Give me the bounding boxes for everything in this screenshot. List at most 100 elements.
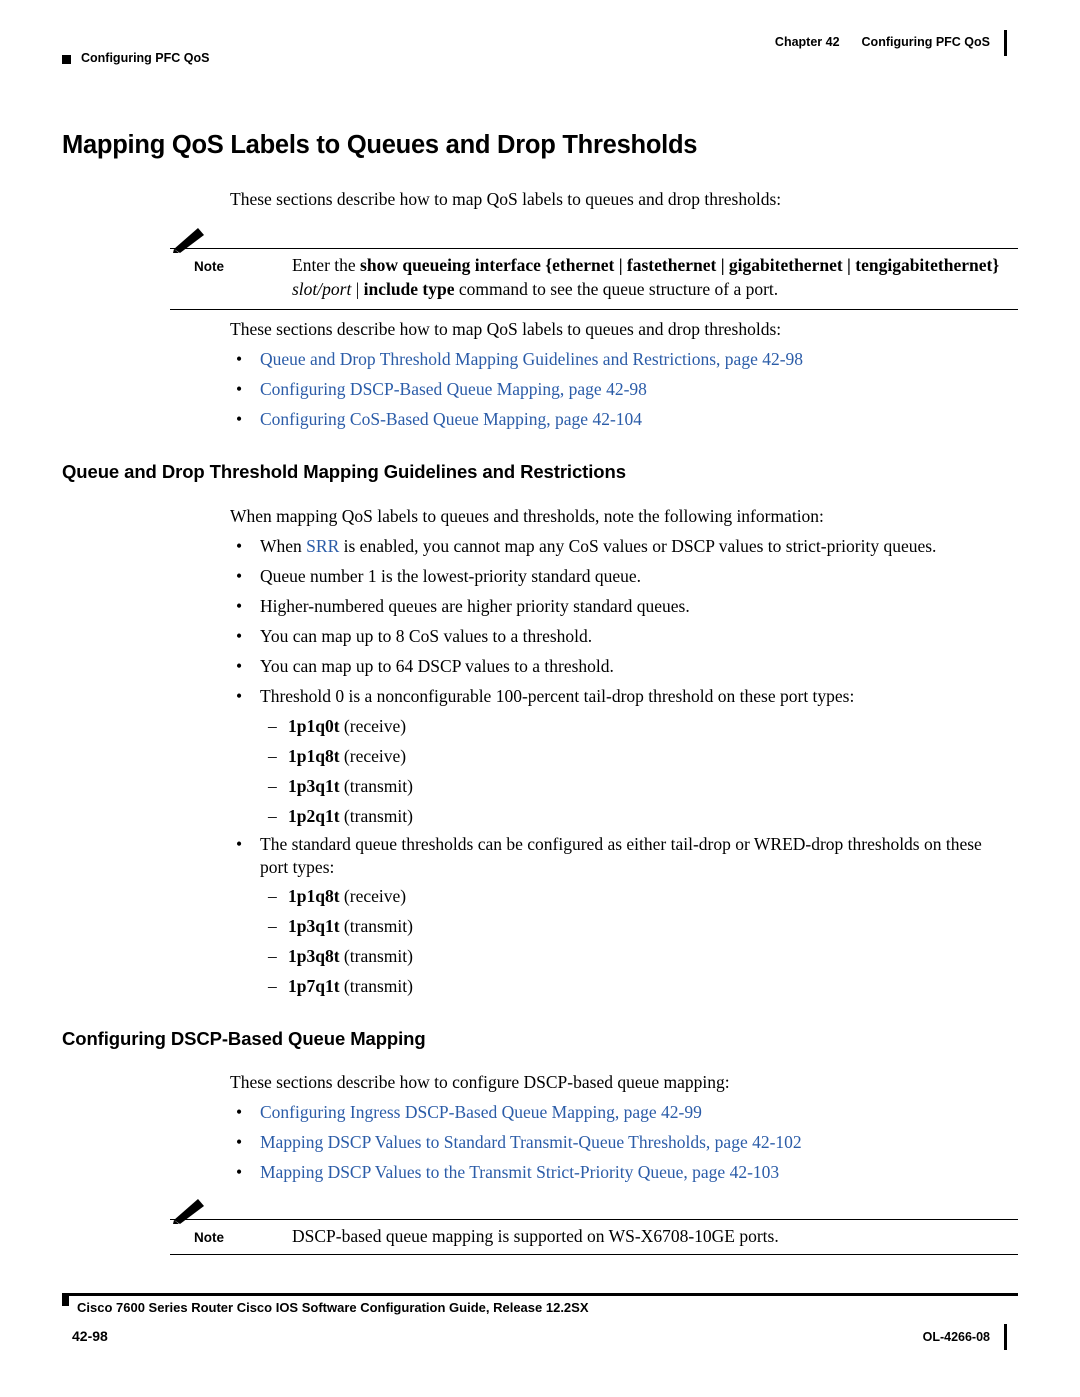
footer-title: Cisco 7600 Series Router Cisco IOS Softw…: [77, 1300, 589, 1315]
note1-line2-italic: slot/port: [292, 278, 352, 299]
port-type-7-name: 1p3q8t: [288, 946, 340, 966]
toc-link-4[interactable]: Configuring Ingress DSCP-Based Queue Map…: [260, 1101, 702, 1124]
guideline-bullet-6: • Threshold 0 is a nonconfigurable 100-p…: [236, 685, 854, 708]
dash-marker: –: [268, 916, 277, 936]
note-label-2: Note: [194, 1230, 224, 1245]
port-type-item-1: – 1p1q0t (receive): [268, 715, 406, 738]
dash-marker: –: [268, 886, 277, 906]
dash-marker: –: [268, 976, 277, 996]
section2-intro: These sections describe how to configure…: [230, 1072, 730, 1092]
port-type-1-name: 1p1q0t: [288, 716, 340, 736]
srr-link[interactable]: SRR: [306, 536, 339, 556]
header-chapter-title: Configuring PFC QoS: [861, 35, 990, 49]
note-rule-top: [170, 248, 1018, 249]
port-type-3-name: 1p3q1t: [288, 776, 340, 796]
header-edge-bar: [1004, 30, 1007, 56]
header-chapter-number: Chapter 42: [774, 35, 840, 49]
g1-post: is enabled, you cannot map any CoS value…: [339, 536, 937, 556]
toc-item-4[interactable]: • Configuring Ingress DSCP-Based Queue M…: [236, 1101, 702, 1124]
guideline-bullet-wred: • The standard queue thresholds can be c…: [236, 833, 1006, 880]
note-block-1: Note Enter the show queueing interface {…: [62, 228, 1018, 310]
port-type-7-text: 1p3q8t (transmit): [288, 945, 413, 968]
guideline-bullet-6-text: Threshold 0 is a nonconfigurable 100-per…: [260, 686, 855, 706]
port-type-1-qual: (receive): [343, 716, 407, 736]
port-type-5-name: 1p1q8t: [288, 886, 340, 906]
bullet-dot: •: [236, 379, 243, 399]
toc-link-1[interactable]: Queue and Drop Threshold Mapping Guideli…: [260, 348, 803, 371]
note1-line2-mid: |: [351, 278, 364, 299]
guideline-bullet-1-text: When SRR is enabled, you cannot map any …: [260, 535, 936, 558]
port-type-item-6: – 1p3q1t (transmit): [268, 915, 413, 938]
port-type-5-qual: (receive): [343, 886, 407, 906]
port-type-7-qual: (transmit): [343, 946, 413, 966]
port-type-3-qual: (transmit): [343, 776, 413, 796]
note1-line2-bold: include type: [363, 278, 455, 299]
port-type-item-4: – 1p2q1t (transmit): [268, 805, 413, 828]
port-type-6-name: 1p3q1t: [288, 916, 340, 936]
section-heading-dscp: Configuring DSCP-Based Queue Mapping: [62, 1028, 426, 1049]
port-type-item-2: – 1p1q8t (receive): [268, 745, 406, 768]
g1-pre: When: [260, 536, 307, 556]
bullet-dot: •: [236, 656, 243, 676]
bullet-dot: •: [236, 834, 243, 854]
intro-paragraph-1: These sections describe how to map QoS l…: [230, 189, 782, 209]
bullet-dot: •: [236, 409, 243, 429]
note1-line2-post: command to see the queue structure of a …: [454, 278, 779, 299]
bullet-dot: •: [236, 566, 243, 586]
guideline-bullet-5: • You can map up to 64 DSCP values to a …: [236, 655, 614, 678]
guideline-bullet-2-text: Queue number 1 is the lowest-priority st…: [260, 566, 642, 586]
port-type-4-text: 1p2q1t (transmit): [288, 805, 413, 828]
bullet-dot: •: [236, 349, 243, 369]
toc-link-3[interactable]: Configuring CoS-Based Queue Mapping, pag…: [260, 408, 642, 431]
footer-edge-bar: [1004, 1324, 1007, 1350]
guideline-bullet-5-text: You can map up to 64 DSCP values to a th…: [260, 656, 614, 676]
footer-page-number: 42-98: [72, 1328, 108, 1344]
note-body-1: Enter the show queueing interface {ether…: [292, 254, 1062, 301]
guideline-bullet-wred-text: The standard queue thresholds can be con…: [260, 834, 982, 878]
port-type-6-text: 1p3q1t (transmit): [288, 915, 413, 938]
dash-marker: –: [268, 746, 277, 766]
toc-item-5[interactable]: • Mapping DSCP Values to Standard Transm…: [236, 1131, 802, 1154]
guideline-bullet-1: • When SRR is enabled, you cannot map an…: [236, 535, 936, 558]
pencil-icon: [173, 228, 204, 253]
dash-marker: –: [268, 716, 277, 736]
port-type-2-name: 1p1q8t: [288, 746, 340, 766]
toc-item-6[interactable]: • Mapping DSCP Values to the Transmit St…: [236, 1161, 779, 1184]
guideline-bullet-3: • Higher-numbered queues are higher prio…: [236, 595, 690, 618]
note-rule-bottom: [170, 309, 1018, 310]
note1-line1-bold: show queueing interface: [360, 255, 541, 275]
note-label-1: Note: [194, 259, 224, 274]
port-type-3-text: 1p3q1t (transmit): [288, 775, 413, 798]
port-type-4-qual: (transmit): [343, 806, 413, 826]
footer-doc-id: OL-4266-08: [922, 1330, 990, 1344]
port-type-2-qual: (receive): [343, 746, 407, 766]
bullet-dot: •: [236, 1102, 243, 1122]
header-left-label: Configuring PFC QoS: [81, 51, 210, 65]
guideline-bullet-4: • You can map up to 8 CoS values to a th…: [236, 625, 592, 648]
toc-link-6[interactable]: Mapping DSCP Values to the Transmit Stri…: [260, 1161, 779, 1184]
toc-link-2[interactable]: Configuring DSCP-Based Queue Mapping, pa…: [260, 378, 647, 401]
header-bullet-square: [62, 55, 71, 64]
intro-paragraph-2: These sections describe how to map QoS l…: [230, 319, 782, 339]
dash-marker: –: [268, 946, 277, 966]
guideline-bullet-4-text: You can map up to 8 CoS values to a thre…: [260, 626, 593, 646]
port-type-6-qual: (transmit): [343, 916, 413, 936]
port-type-1-text: 1p1q0t (receive): [288, 715, 406, 738]
section-heading-guidelines: Queue and Drop Threshold Mapping Guideli…: [62, 461, 626, 482]
toc-item-2[interactable]: • Configuring DSCP-Based Queue Mapping, …: [236, 378, 647, 401]
section1-intro: When mapping QoS labels to queues and th…: [230, 506, 824, 526]
toc-link-5[interactable]: Mapping DSCP Values to Standard Transmit…: [260, 1131, 802, 1154]
toc-item-1[interactable]: • Queue and Drop Threshold Mapping Guide…: [236, 348, 803, 371]
port-type-2-text: 1p1q8t (receive): [288, 745, 406, 768]
port-type-8-qual: (transmit): [343, 976, 413, 996]
port-type-item-8: – 1p7q1t (transmit): [268, 975, 413, 998]
bullet-dot: •: [236, 686, 243, 706]
footer-square: [62, 1296, 69, 1306]
port-type-4-name: 1p2q1t: [288, 806, 340, 826]
bullet-dot: •: [236, 1132, 243, 1152]
note-rule-bottom-2: [170, 1254, 1018, 1255]
port-type-item-7: – 1p3q8t (transmit): [268, 945, 413, 968]
guideline-bullet-2: • Queue number 1 is the lowest-priority …: [236, 565, 641, 588]
toc-item-3[interactable]: • Configuring CoS-Based Queue Mapping, p…: [236, 408, 642, 431]
dash-marker: –: [268, 776, 277, 796]
